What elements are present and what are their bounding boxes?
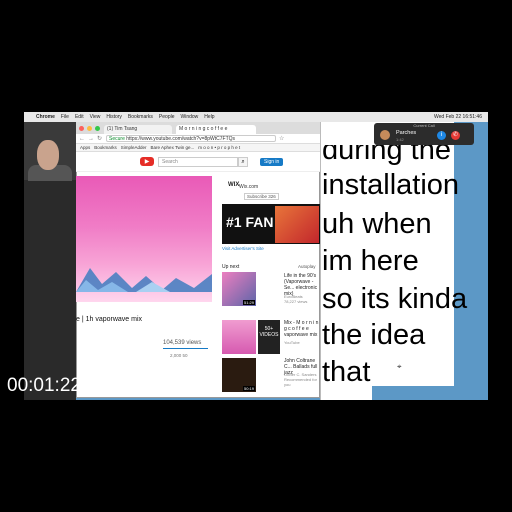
back-icon[interactable]: ← — [79, 136, 85, 142]
search-input[interactable]: Search — [158, 156, 238, 167]
caller-avatar — [380, 130, 390, 140]
menu-history[interactable]: History — [106, 114, 122, 120]
caller-name: Parches — [396, 130, 417, 136]
sidebar-video-views: 78,227 views — [284, 299, 308, 304]
minimize-window-icon[interactable] — [87, 126, 92, 131]
bookmarks-bar: Apps Bookmarks SimpleAdder Bare Aphex Tw… — [76, 144, 320, 152]
video-title: e | 1h vaporwave mix — [76, 316, 143, 323]
menu-view[interactable]: View — [90, 114, 101, 120]
mix-badge: 50+ VIDEOS — [258, 320, 280, 354]
editor-line: so its kinda — [322, 283, 468, 315]
menu-file[interactable]: File — [61, 114, 69, 120]
address-bar: ← → ↻ Secure https://www.youtube.com/wat… — [76, 134, 320, 144]
youtube-header: ▶ Search ⌕ Sign in — [76, 152, 320, 172]
browser-tabbar: (1) Tim Tsang M o r n i n g c o f f e e — [76, 122, 320, 134]
reload-icon[interactable]: ↻ — [97, 135, 102, 142]
video-mountains-graphic — [76, 268, 212, 292]
timecode: 00:01:22;23 — [7, 375, 108, 396]
video-duration: 51:29 — [243, 300, 256, 305]
editor-line: im here — [322, 245, 419, 277]
maximize-window-icon[interactable] — [95, 126, 100, 131]
menu-bookmarks[interactable]: Bookmarks — [128, 114, 153, 120]
sidebar-mix-channel: YouTube — [284, 340, 300, 345]
sidebar-mix-title[interactable]: Mix - M o r n i n g c o f f e e vaporwav… — [284, 320, 322, 338]
call-duration: 1:42 — [396, 137, 404, 142]
mouse-cursor-icon: ⌖ — [397, 362, 402, 371]
search-icon[interactable]: ⌕ — [238, 156, 248, 167]
info-icon[interactable]: i — [437, 131, 446, 140]
signin-button[interactable]: Sign in — [260, 157, 284, 166]
menu-people[interactable]: People — [159, 114, 175, 120]
like-counts[interactable]: 2,000 50 — [170, 353, 188, 358]
url-text: https://www.youtube.com/watch?v=8pWtC7FT… — [126, 136, 236, 142]
forward-icon[interactable]: → — [88, 136, 94, 142]
desktop-strip — [454, 122, 488, 400]
menu-edit[interactable]: Edit — [75, 114, 84, 120]
menubar-app[interactable]: Chrome — [36, 114, 55, 120]
menu-help[interactable]: Help — [204, 114, 214, 120]
editor-line: installation — [322, 169, 460, 201]
close-window-icon[interactable] — [79, 126, 84, 131]
autoplay-toggle[interactable]: Autoplay — [298, 264, 316, 269]
tab-2[interactable]: M o r n i n g c o f f e e — [176, 125, 256, 134]
url-input[interactable]: Secure https://www.youtube.com/watch?v=8… — [106, 135, 277, 142]
up-next-label: Up next — [222, 264, 240, 270]
youtube-logo-icon[interactable]: ▶ — [140, 157, 154, 166]
call-header: Current Call — [413, 123, 435, 128]
bookmark-apps[interactable]: Apps — [80, 145, 90, 150]
menubar-clock[interactable]: Wed Feb 22 16:51:46 — [434, 114, 482, 120]
menu-window[interactable]: Window — [181, 114, 199, 120]
webcam-person-face — [37, 140, 59, 170]
wix-logo[interactable]: WIX — [228, 182, 239, 188]
bookmark-bookmarks[interactable]: Bookmarks — [94, 145, 117, 150]
menubar: Chrome File Edit View History Bookmarks … — [24, 112, 488, 122]
star-icon[interactable]: ☆ — [279, 135, 284, 142]
bookmark-aphex[interactable]: Bare Aphex Twin ge... — [151, 145, 195, 150]
bookmark-simpleadder[interactable]: SimpleAdder — [121, 145, 147, 150]
sidebar-video-views: Recommended for you — [284, 377, 317, 387]
desktop-corner — [372, 386, 454, 400]
subscribe-button[interactable]: Subscribe 326 — [244, 193, 279, 200]
view-count: 104,539 views — [163, 340, 202, 346]
video-duration: 50:19 — [243, 386, 256, 391]
editor-line: the idea — [322, 319, 426, 351]
visit-advertiser-link[interactable]: Visit Advertiser's Site — [222, 246, 264, 251]
ad-brand[interactable]: Wix.com — [239, 184, 258, 190]
bookmark-moonprophet[interactable]: m o o n • p r o p h e t — [198, 145, 240, 150]
tab-1[interactable]: (1) Tim Tsang — [104, 125, 172, 134]
editor-line: that — [322, 356, 371, 388]
editor-line: uh when — [322, 208, 432, 240]
ad-banner-text: #1 FAN — [226, 214, 274, 230]
like-ratio-bar — [163, 348, 208, 349]
ad-banner-photo — [275, 206, 319, 243]
end-call-icon[interactable]: ✆ — [451, 131, 460, 140]
sidebar-mix-thumbnail[interactable] — [222, 320, 256, 354]
secure-label: Secure — [109, 136, 125, 142]
